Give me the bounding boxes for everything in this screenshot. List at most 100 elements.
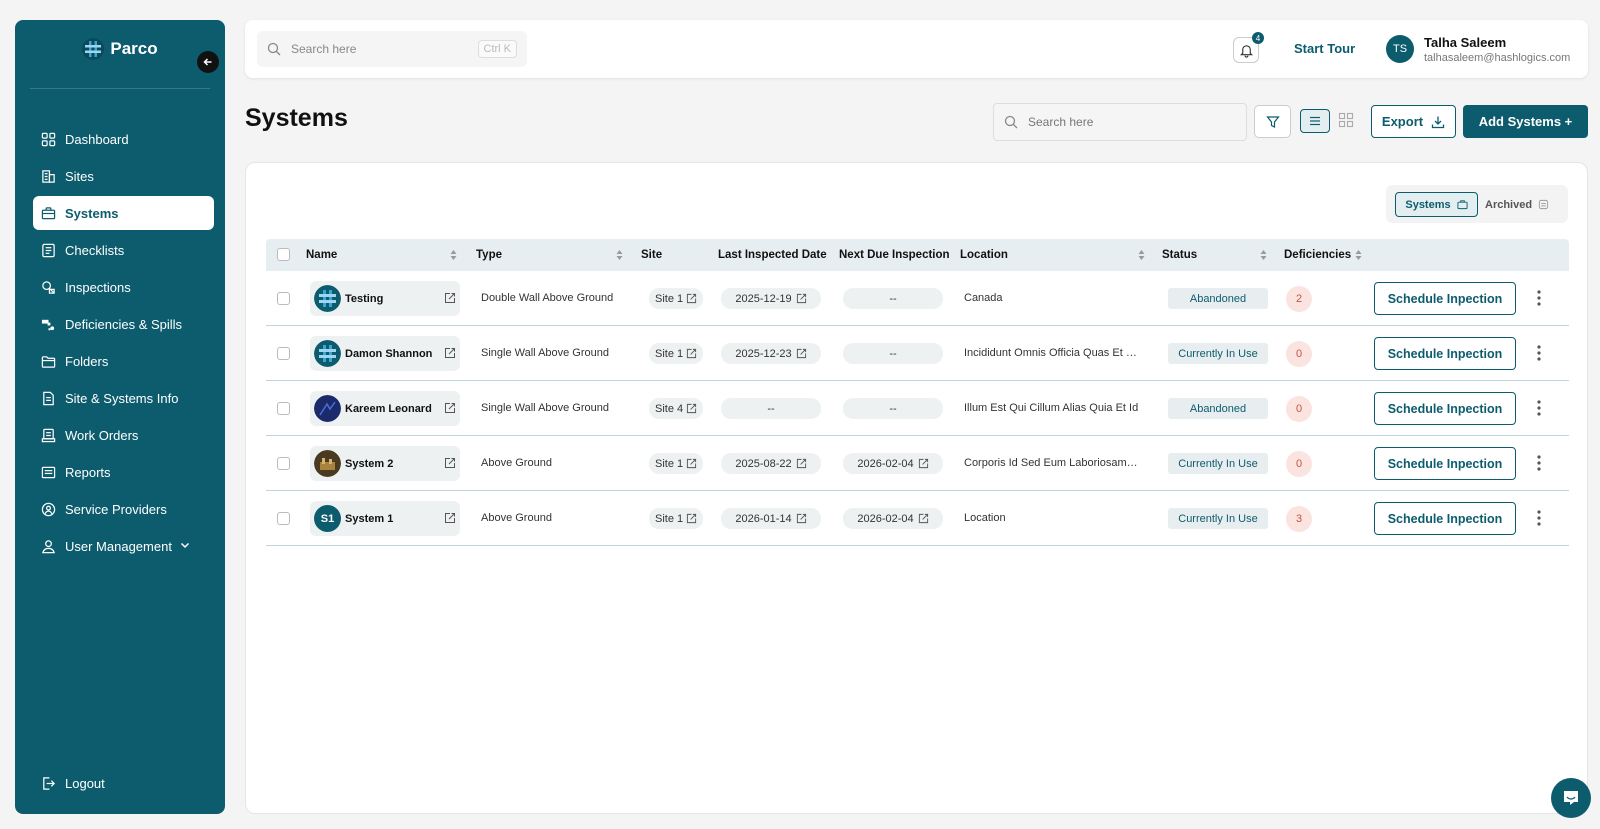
grid-view-icon[interactable] bbox=[1338, 112, 1354, 128]
next-due-chip[interactable]: 2026-02-04 bbox=[843, 453, 943, 474]
sidebar-item-folders[interactable]: Folders bbox=[33, 344, 214, 378]
sidebar-item-service-providers[interactable]: Service Providers bbox=[33, 492, 214, 526]
external-link-icon[interactable] bbox=[444, 402, 456, 414]
start-tour-button[interactable]: Start Tour bbox=[1294, 41, 1355, 56]
select-all-checkbox[interactable] bbox=[277, 248, 290, 261]
sidebar-item-sites[interactable]: Sites bbox=[33, 159, 214, 193]
dashboard-icon bbox=[41, 132, 56, 146]
site-chip[interactable]: Site 1 bbox=[649, 508, 704, 529]
topbar: Search here Ctrl K 4 Start Tour TS Talha… bbox=[245, 20, 1588, 78]
row-checkbox[interactable] bbox=[277, 402, 290, 415]
column-header-status: Status bbox=[1162, 249, 1267, 261]
briefcase-icon bbox=[41, 206, 56, 219]
site-chip[interactable]: Site 1 bbox=[649, 343, 704, 364]
schedule-inspection-button[interactable]: Schedule Inpection bbox=[1374, 337, 1516, 370]
system-name-chip[interactable]: Testing bbox=[310, 281, 460, 316]
avatar[interactable]: TS bbox=[1386, 35, 1414, 63]
folder-icon bbox=[41, 355, 56, 368]
system-name-chip[interactable]: System 2 bbox=[310, 446, 460, 481]
row-checkbox[interactable] bbox=[277, 292, 290, 305]
sidebar-item-work-orders[interactable]: Work Orders bbox=[33, 418, 214, 452]
notifications-button[interactable]: 4 bbox=[1233, 32, 1264, 63]
schedule-inspection-button[interactable]: Schedule Inpection bbox=[1374, 392, 1516, 425]
user-name: Talha Saleem bbox=[1424, 35, 1507, 50]
last-inspected-chip[interactable]: 2025-12-23 bbox=[721, 343, 821, 364]
system-name-chip[interactable]: Kareem Leonard bbox=[310, 391, 460, 426]
list-icon bbox=[1310, 116, 1320, 126]
schedule-inspection-button[interactable]: Schedule Inpection bbox=[1374, 502, 1516, 535]
more-options-icon[interactable] bbox=[1532, 508, 1546, 528]
sort-icon[interactable] bbox=[1355, 249, 1362, 261]
sidebar-item-label: Checklists bbox=[65, 242, 125, 258]
table-row[interactable]: Damon Shannon Single Wall Above Ground S… bbox=[266, 326, 1569, 381]
next-due-chip[interactable]: 2026-02-04 bbox=[843, 508, 943, 529]
global-search[interactable]: Search here Ctrl K bbox=[257, 31, 527, 67]
export-button[interactable]: Export bbox=[1371, 105, 1456, 138]
sidebar-item-label: Sites bbox=[65, 168, 94, 184]
type-cell: Single Wall Above Ground bbox=[481, 402, 609, 414]
table-row[interactable]: S1 System 1 Above Ground Site 1 2026-01-… bbox=[266, 491, 1569, 546]
more-options-icon[interactable] bbox=[1532, 398, 1546, 418]
location-cell: Location bbox=[964, 512, 1006, 524]
schedule-inspection-button[interactable]: Schedule Inpection bbox=[1374, 447, 1516, 480]
sidebar-item-reports[interactable]: Reports bbox=[33, 455, 214, 489]
table-row[interactable]: Testing Double Wall Above Ground Site 1 … bbox=[266, 271, 1569, 326]
deficiency-count-badge: 2 bbox=[1286, 286, 1312, 312]
schedule-inspection-button[interactable]: Schedule Inpection bbox=[1374, 282, 1516, 315]
tab-systems[interactable]: Systems bbox=[1395, 192, 1478, 217]
chat-support-button[interactable] bbox=[1551, 778, 1591, 818]
deficiency-count-badge: 0 bbox=[1286, 451, 1312, 477]
external-link-icon[interactable] bbox=[444, 512, 456, 524]
last-inspected-chip[interactable]: 2026-01-14 bbox=[721, 508, 821, 529]
last-inspected-chip[interactable]: 2025-12-19 bbox=[721, 288, 821, 309]
system-logo-icon bbox=[314, 285, 341, 312]
external-link-icon[interactable] bbox=[444, 292, 456, 304]
app-name: Parco bbox=[110, 39, 158, 58]
sidebar-item-dashboard[interactable]: Dashboard bbox=[33, 122, 214, 156]
row-checkbox[interactable] bbox=[277, 457, 290, 470]
sidebar-item-user-management[interactable]: User Management bbox=[33, 529, 214, 563]
table-row[interactable]: Kareem Leonard Single Wall Above Ground … bbox=[266, 381, 1569, 436]
more-options-icon[interactable] bbox=[1532, 343, 1546, 363]
sort-icon[interactable] bbox=[450, 249, 457, 261]
logout-button[interactable]: Logout bbox=[41, 776, 105, 791]
systems-search-input[interactable]: Search here bbox=[993, 103, 1247, 141]
sidebar-item-checklists[interactable]: Checklists bbox=[33, 233, 214, 267]
sidebar-item-inspections[interactable]: Inspections bbox=[33, 270, 214, 304]
work-order-icon bbox=[41, 428, 56, 442]
table-row[interactable]: System 2 Above Ground Site 1 2025-08-22 … bbox=[266, 436, 1569, 491]
shortcut-hint: Ctrl K bbox=[477, 40, 517, 58]
sort-icon[interactable] bbox=[1260, 249, 1267, 261]
row-checkbox[interactable] bbox=[277, 347, 290, 360]
site-chip[interactable]: Site 1 bbox=[649, 288, 704, 309]
more-options-icon[interactable] bbox=[1532, 453, 1546, 473]
sort-icon[interactable] bbox=[616, 249, 623, 261]
list-view-toggle[interactable] bbox=[1300, 109, 1330, 133]
external-link-icon[interactable] bbox=[444, 347, 456, 359]
tab-archived[interactable]: Archived bbox=[1485, 192, 1549, 217]
sidebar-item-systems[interactable]: Systems bbox=[33, 196, 214, 230]
site-chip[interactable]: Site 1 bbox=[649, 453, 704, 474]
system-name-chip[interactable]: S1 System 1 bbox=[310, 501, 460, 536]
status-badge: Currently In Use bbox=[1168, 453, 1268, 474]
chevron-down-icon[interactable] bbox=[179, 539, 191, 551]
collapse-sidebar-button[interactable] bbox=[197, 51, 219, 73]
last-inspected-chip[interactable]: 2025-08-22 bbox=[721, 453, 821, 474]
filter-button[interactable] bbox=[1254, 105, 1291, 138]
type-cell: Single Wall Above Ground bbox=[481, 347, 609, 359]
sort-icon[interactable] bbox=[1138, 249, 1145, 261]
search-icon bbox=[1004, 115, 1018, 129]
site-label: Site 4 bbox=[655, 402, 684, 415]
sidebar-item-deficiencies[interactable]: Deficiencies & Spills bbox=[33, 307, 214, 341]
more-options-icon[interactable] bbox=[1532, 288, 1546, 308]
sidebar-item-site-systems-info[interactable]: Site & Systems Info bbox=[33, 381, 214, 415]
site-chip[interactable]: Site 4 bbox=[649, 398, 704, 419]
row-checkbox[interactable] bbox=[277, 512, 290, 525]
external-link-icon bbox=[796, 513, 806, 524]
add-systems-button[interactable]: Add Systems + bbox=[1463, 105, 1588, 138]
notification-count-badge: 4 bbox=[1252, 32, 1264, 44]
column-header-type: Type bbox=[476, 249, 623, 261]
app-logo[interactable]: Parco bbox=[15, 38, 225, 60]
external-link-icon[interactable] bbox=[444, 457, 456, 469]
system-name-chip[interactable]: Damon Shannon bbox=[310, 336, 460, 371]
